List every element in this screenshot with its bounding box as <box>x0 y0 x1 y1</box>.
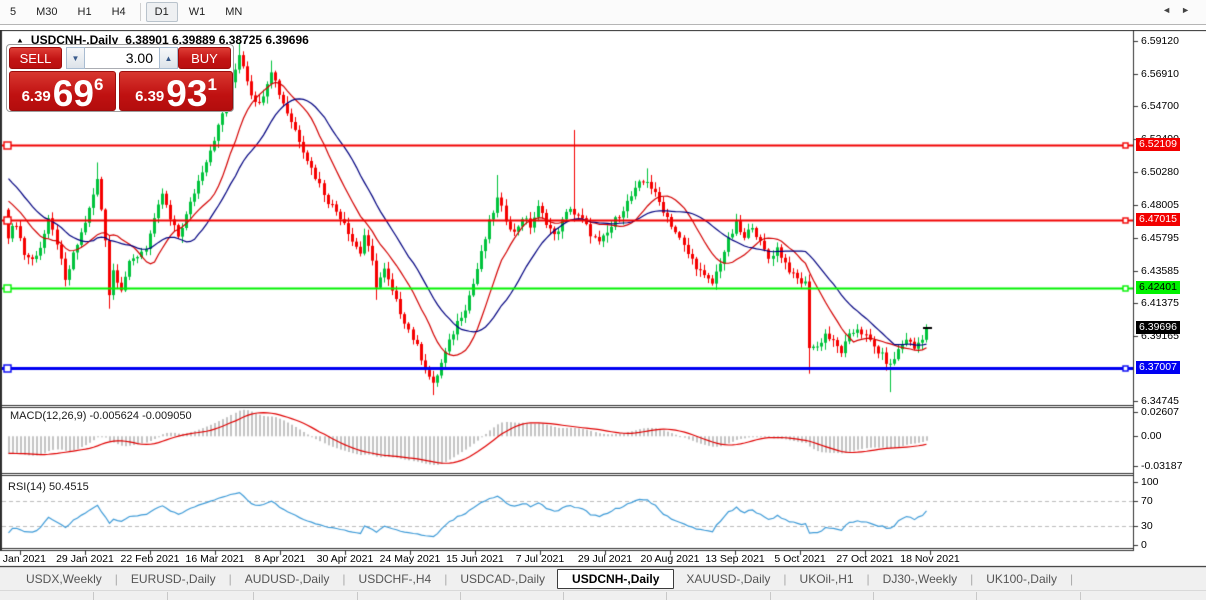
buy-price-button[interactable]: 6.39 93 1 <box>119 71 233 114</box>
date-tick-label: 7 Jan 2021 <box>0 553 46 565</box>
date-tick-label: 7 Jul 2021 <box>515 553 565 565</box>
tab-ukoil-h1[interactable]: UKOil-,H1 <box>788 570 866 588</box>
status-bar-divider <box>770 592 771 600</box>
timeframe-button-5[interactable]: 5 <box>1 2 25 22</box>
timeframe-button-h4[interactable]: H4 <box>103 2 135 22</box>
collapse-triangle-icon[interactable]: ▲ <box>16 36 24 44</box>
timeframe-button-mn[interactable]: MN <box>216 2 251 22</box>
lot-size-stepper: ▼ ▲ <box>66 47 178 69</box>
date-tick-label: 29 Jan 2021 <box>56 553 114 565</box>
price-tick-label: 6.48005 <box>1141 199 1179 212</box>
tab-separator: | <box>1069 572 1074 586</box>
date-tick-label: 22 Feb 2021 <box>120 553 180 565</box>
status-bar-divider <box>976 592 977 600</box>
macd-tick-label: 0.02607 <box>1141 406 1179 419</box>
date-tick-label: 20 Aug 2021 <box>640 553 700 565</box>
price-tick-label: 6.56910 <box>1141 67 1179 80</box>
status-bar-divider <box>873 592 874 600</box>
timeframe-button-m30[interactable]: M30 <box>27 2 66 22</box>
line-price-label: 6.52109 <box>1136 138 1180 152</box>
price-tick-label: 6.50280 <box>1141 165 1179 178</box>
date-tick-label: 30 Apr 2021 <box>316 553 374 565</box>
tab-usdx-weekly[interactable]: USDX,Weekly <box>14 570 114 588</box>
price-tick-label: 6.41375 <box>1141 297 1179 310</box>
lot-decrease-icon[interactable]: ▼ <box>66 47 85 69</box>
tab-dj30-weekly[interactable]: DJ30-,Weekly <box>871 570 969 588</box>
macd-indicator-label: MACD(12,26,9) -0.005624 -0.009050 <box>10 410 192 422</box>
tab-usdcnh-daily[interactable]: USDCNH-,Daily <box>557 569 675 589</box>
status-bar <box>0 590 1206 600</box>
tab-audusd-daily[interactable]: AUDUSD-,Daily <box>233 570 342 588</box>
tab-scroll-arrows: ◄ ► <box>1162 5 1190 15</box>
status-bar-divider <box>357 592 358 600</box>
sell-price-button[interactable]: 6.39 69 6 <box>9 71 116 114</box>
date-tick-label: 24 May 2021 <box>379 553 441 565</box>
status-bar-divider <box>460 592 461 600</box>
status-bar-divider <box>167 592 168 600</box>
tab-xauusd-daily[interactable]: XAUUSD-,Daily <box>674 570 782 588</box>
date-tick-label: 29 Jul 2021 <box>577 553 633 565</box>
price-tick-label: 6.59120 <box>1141 35 1179 48</box>
tabs-scroll-left-icon[interactable]: ◄ <box>1162 5 1171 15</box>
date-tick-label: 8 Apr 2021 <box>254 553 306 565</box>
timeframe-toolbar: 5 M30 H1 H4 D1 W1 MN <box>0 0 1206 25</box>
status-bar-divider <box>563 592 564 600</box>
status-bar-divider <box>253 592 254 600</box>
date-tick-label: 13 Sep 2021 <box>705 553 765 565</box>
price-tick-label: 6.43585 <box>1141 264 1179 277</box>
macd-tick-label: -0.03187 <box>1141 459 1183 472</box>
buy-price-big: 93 <box>166 73 208 114</box>
date-tick-label: 15 Jun 2021 <box>446 553 504 565</box>
tab-usdchf-h4[interactable]: USDCHF-,H4 <box>347 570 444 588</box>
macd-tick-label: 0.00 <box>1141 430 1162 443</box>
one-click-trading-panel: SELL ▼ ▲ BUY 6.39 69 6 6.39 93 1 <box>6 44 234 112</box>
lot-increase-icon[interactable]: ▲ <box>159 47 178 69</box>
timeframe-button-d1[interactable]: D1 <box>145 2 178 22</box>
sell-price-prefix: 6.39 <box>21 88 51 105</box>
mt4-window: 5 M30 H1 H4 D1 W1 MN ▲ USDCNH-,Daily 6.38901 6… <box>0 0 1206 600</box>
status-bar-divider <box>1080 592 1081 600</box>
rsi-tick-label: 0 <box>1141 539 1147 551</box>
rsi-tick-label: 30 <box>1141 520 1153 533</box>
date-tick-label: 18 Nov 2021 <box>900 553 960 565</box>
toolbar-divider <box>139 3 141 21</box>
buy-price-prefix: 6.39 <box>135 88 165 105</box>
tabs-scroll-right-icon[interactable]: ► <box>1181 5 1190 15</box>
buy-price-sup: 1 <box>207 75 217 94</box>
buy-button[interactable]: BUY <box>178 47 231 69</box>
line-price-label: 6.47015 <box>1136 213 1180 227</box>
line-price-label: 6.42401 <box>1136 281 1180 295</box>
rsi-tick-label: 70 <box>1141 494 1153 507</box>
status-bar-divider <box>666 592 667 600</box>
status-bar-divider <box>93 592 94 600</box>
price-tick-label: 6.54700 <box>1141 100 1179 113</box>
tab-eurusd-daily[interactable]: EURUSD-,Daily <box>119 570 228 588</box>
line-price-label: 6.37007 <box>1136 361 1180 375</box>
sell-price-big: 69 <box>52 73 94 114</box>
tab-usdcad-daily[interactable]: USDCAD-,Daily <box>448 570 557 588</box>
timeframe-button-w1[interactable]: W1 <box>180 2 215 22</box>
chart-tab-bar: USDX,Weekly | EURUSD-,Daily | AUDUSD-,Daily |… <box>0 567 1206 590</box>
date-tick-label: 27 Oct 2021 <box>836 553 894 565</box>
line-price-label: 6.39696 <box>1136 321 1180 335</box>
rsi-indicator-label: RSI(14) 50.4515 <box>8 481 89 493</box>
date-tick-label: 5 Oct 2021 <box>774 553 826 565</box>
tab-uk100-daily[interactable]: UK100-,Daily <box>974 570 1069 588</box>
sell-button[interactable]: SELL <box>9 47 62 69</box>
price-tick-label: 6.45795 <box>1141 231 1179 244</box>
sell-price-sup: 6 <box>93 75 104 94</box>
lot-size-input[interactable] <box>85 47 159 69</box>
timeframe-button-h1[interactable]: H1 <box>69 2 101 22</box>
rsi-tick-label: 100 <box>1141 476 1159 488</box>
date-tick-label: 16 Mar 2021 <box>185 553 245 565</box>
